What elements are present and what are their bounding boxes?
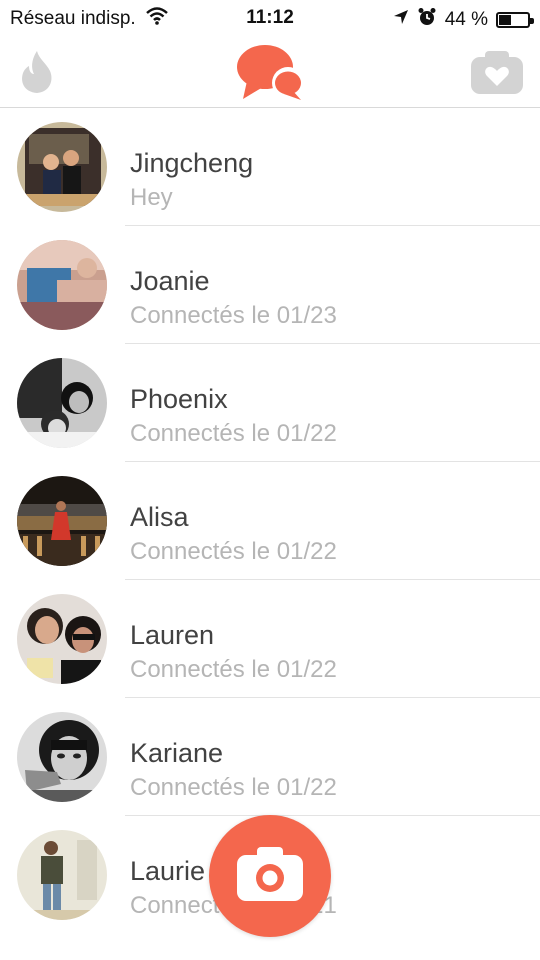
location-arrow-icon — [393, 9, 409, 31]
avatar — [17, 240, 107, 330]
battery-percent: 44 % — [444, 9, 488, 30]
last-message: Connectés le 01/22 — [130, 420, 337, 447]
match-name: Alisa — [130, 502, 189, 532]
battery-icon — [496, 12, 534, 28]
camera-icon — [237, 846, 303, 906]
avatar — [17, 594, 107, 684]
match-name: Kariane — [130, 738, 224, 768]
list-item[interactable]: Lauren Connectés le 01/22 — [0, 580, 540, 698]
list-item[interactable]: Joanie Connectés le 01/23 — [0, 226, 540, 344]
match-name: Laurie — [130, 856, 206, 886]
heart-camera-icon[interactable] — [470, 48, 524, 96]
list-item[interactable]: Alisa Connectés le 01/22 — [0, 462, 540, 580]
match-name: Jingcheng — [130, 148, 254, 178]
last-message: Hey — [130, 184, 173, 211]
match-name: Joanie — [130, 266, 210, 296]
top-nav-bar — [0, 36, 540, 108]
flame-icon[interactable] — [17, 44, 57, 100]
match-name: Lauren — [130, 620, 215, 650]
avatar — [17, 476, 107, 566]
camera-button[interactable] — [209, 815, 331, 937]
avatar — [17, 712, 107, 802]
avatar — [17, 830, 107, 920]
match-name: Phoenix — [130, 384, 228, 414]
status-bar: Réseau indisp. 11:12 44 % — [0, 0, 540, 36]
last-message: Connectés le 01/22 — [130, 774, 337, 801]
chat-bubbles-icon[interactable] — [236, 42, 306, 104]
list-item[interactable]: Kariane Connectés le 01/22 — [0, 698, 540, 816]
battery-fill — [499, 15, 512, 25]
match-list: Jingcheng Hey Joanie Connectés le 01/23 — [0, 108, 540, 934]
avatar — [17, 358, 107, 448]
alarm-icon — [417, 7, 437, 33]
last-message: Connectés le 01/22 — [130, 538, 337, 565]
avatar — [17, 122, 107, 212]
last-message: Connectés le 01/23 — [130, 302, 337, 329]
list-item[interactable]: Phoenix Connectés le 01/22 — [0, 344, 540, 462]
list-item[interactable]: Jingcheng Hey — [0, 108, 540, 226]
last-message: Connectés le 01/22 — [130, 656, 337, 683]
